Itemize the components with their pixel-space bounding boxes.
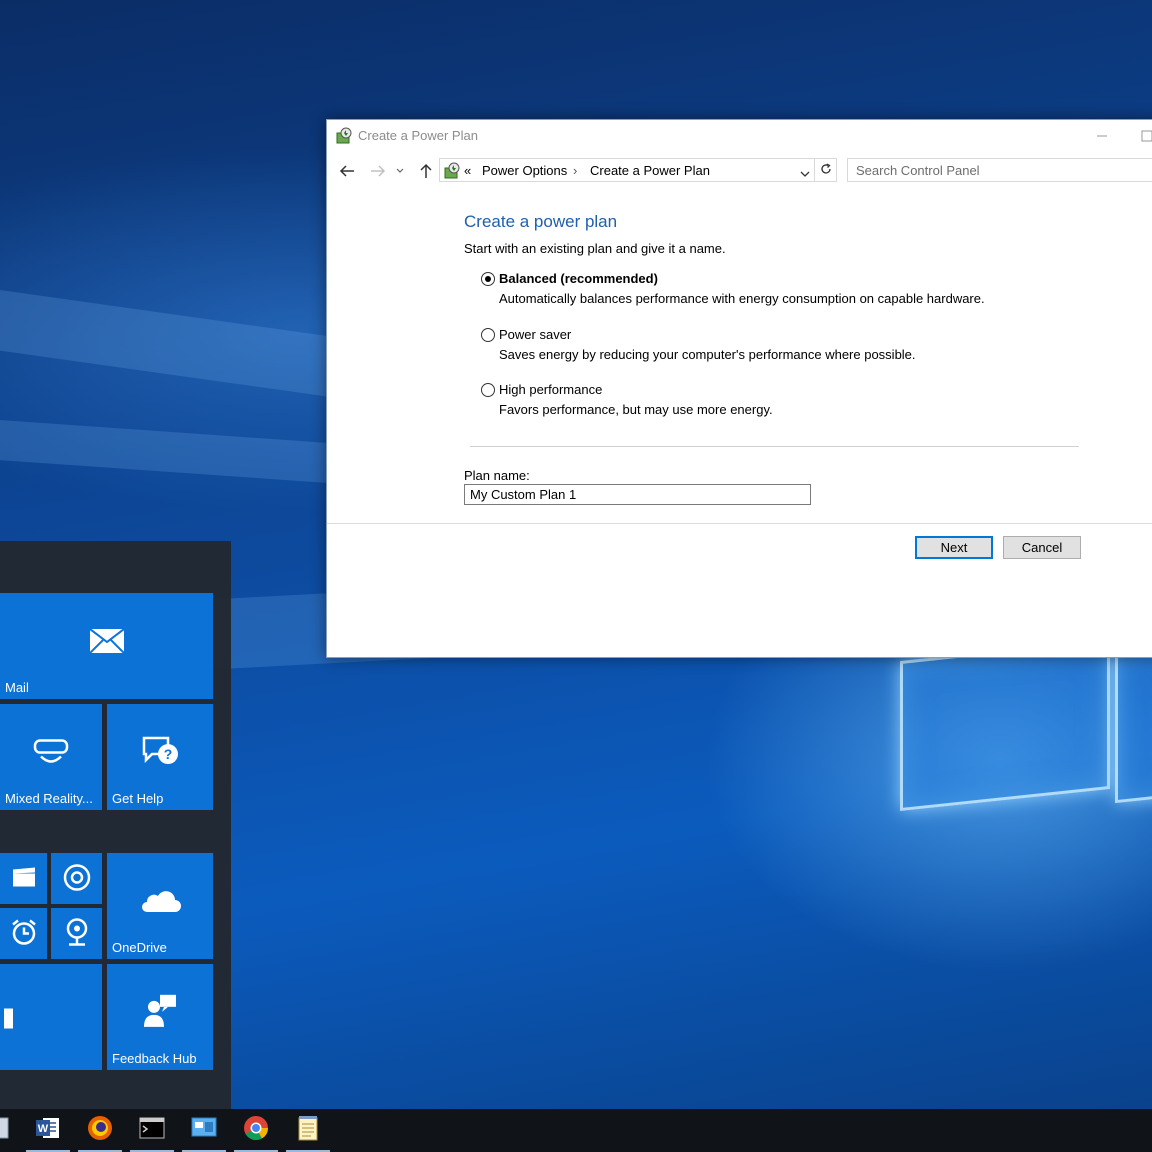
plan-label[interactable]: Balanced (recommended) bbox=[499, 271, 658, 286]
word-icon: W bbox=[35, 1116, 61, 1145]
firefox-icon bbox=[87, 1115, 113, 1146]
recent-locations-chevron-icon[interactable] bbox=[394, 161, 406, 181]
forward-arrow-icon[interactable] bbox=[368, 161, 388, 181]
tile-feedback-hub[interactable]: Feedback Hub bbox=[107, 964, 213, 1070]
tile-get-help[interactable]: ? Get Help bbox=[107, 704, 213, 810]
taskbar-app-file[interactable] bbox=[0, 1109, 26, 1152]
taskbar-app-notepad[interactable] bbox=[284, 1109, 332, 1152]
title-bar[interactable]: Create a Power Plan bbox=[327, 120, 1152, 152]
up-arrow-icon[interactable] bbox=[416, 161, 436, 181]
plan-label[interactable]: Power saver bbox=[499, 327, 571, 342]
tile-mail[interactable]: Mail bbox=[0, 593, 213, 699]
tile-label: OneDrive bbox=[112, 940, 167, 955]
page-title: Create a power plan bbox=[464, 212, 618, 231]
mixed-reality-icon bbox=[33, 737, 69, 770]
wallpaper-window-shape bbox=[1115, 646, 1152, 804]
tile-store[interactable] bbox=[0, 964, 102, 1070]
refresh-button[interactable] bbox=[815, 158, 837, 182]
store-icon bbox=[4, 1003, 14, 1032]
window-title: Create a Power Plan bbox=[358, 128, 478, 143]
plan-name-label: Plan name: bbox=[464, 468, 530, 483]
wallpaper-window-shape bbox=[900, 638, 1110, 812]
plan-name-field[interactable] bbox=[464, 484, 811, 505]
taskbar-app-command-prompt[interactable] bbox=[128, 1109, 176, 1152]
tile-mixed-reality[interactable]: Mixed Reality... bbox=[0, 704, 102, 810]
plan-description: Favors performance, but may use more ene… bbox=[499, 402, 773, 417]
breadcrumb-create-power-plan[interactable]: Create a Power Plan bbox=[590, 163, 710, 178]
groove-music-icon bbox=[63, 863, 91, 894]
plan-description: Automatically balances performance with … bbox=[499, 291, 985, 306]
tile-label: Mail bbox=[5, 680, 29, 695]
tile-label: Get Help bbox=[112, 791, 164, 806]
taskbar-app-chrome[interactable] bbox=[232, 1109, 280, 1152]
create-power-plan-window: Create a Power Plan « Power Options › Cr… bbox=[326, 119, 1152, 658]
cancel-button[interactable]: Cancel bbox=[1003, 536, 1081, 559]
divider bbox=[470, 446, 1079, 447]
address-bar[interactable]: « Power Options › Create a Power Plan bbox=[439, 158, 815, 182]
feedback-hub-icon bbox=[142, 993, 178, 1032]
control-panel-icon bbox=[191, 1117, 217, 1144]
notepad-icon bbox=[297, 1115, 319, 1146]
breadcrumb-power-options[interactable]: Power Options bbox=[482, 163, 567, 178]
chrome-icon bbox=[243, 1115, 269, 1146]
tile-movies[interactable] bbox=[0, 853, 47, 904]
mail-icon bbox=[88, 628, 125, 657]
tile-alarms[interactable] bbox=[0, 908, 47, 959]
navigation-bar: « Power Options › Create a Power Plan bbox=[327, 158, 1152, 184]
power-options-icon bbox=[335, 127, 353, 148]
svg-text:?: ? bbox=[164, 746, 173, 762]
get-help-icon: ? bbox=[140, 734, 180, 771]
radio-power-saver[interactable] bbox=[481, 328, 495, 342]
svg-text:W: W bbox=[38, 1123, 49, 1135]
file-icon bbox=[0, 1117, 9, 1144]
command-prompt-icon bbox=[139, 1117, 165, 1144]
taskbar: W bbox=[0, 1109, 1152, 1152]
footer-separator bbox=[327, 523, 1152, 524]
search-control-panel[interactable] bbox=[847, 158, 1152, 182]
address-dropdown-chevron-icon[interactable] bbox=[800, 166, 810, 181]
next-button[interactable]: Next bbox=[915, 536, 993, 559]
plan-description: Saves energy by reducing your computer's… bbox=[499, 347, 916, 362]
search-input[interactable] bbox=[848, 159, 1152, 181]
minimize-button[interactable] bbox=[1092, 126, 1112, 146]
page-subtitle: Start with an existing plan and give it … bbox=[464, 241, 726, 256]
tile-onedrive[interactable]: OneDrive bbox=[107, 853, 213, 959]
tile-groove-music[interactable] bbox=[51, 853, 102, 904]
taskbar-app-control-panel[interactable] bbox=[180, 1109, 228, 1152]
start-menu: Mail Mixed Reality... ? Get Help OneDriv… bbox=[0, 541, 231, 1109]
maps-icon bbox=[65, 917, 89, 950]
radio-high-performance[interactable] bbox=[481, 383, 495, 397]
taskbar-app-firefox[interactable] bbox=[76, 1109, 124, 1152]
power-options-icon bbox=[443, 162, 461, 183]
tile-label: Feedback Hub bbox=[112, 1051, 197, 1066]
onedrive-icon bbox=[139, 888, 181, 917]
refresh-icon bbox=[820, 162, 832, 178]
tile-maps[interactable] bbox=[51, 908, 102, 959]
movies-icon bbox=[12, 867, 36, 890]
maximize-button[interactable] bbox=[1137, 126, 1152, 146]
tile-label: Mixed Reality... bbox=[5, 791, 93, 806]
radio-balanced[interactable] bbox=[481, 272, 495, 286]
address-overflow[interactable]: « bbox=[464, 163, 471, 178]
plan-label[interactable]: High performance bbox=[499, 382, 602, 397]
breadcrumb-separator: › bbox=[573, 163, 578, 178]
back-arrow-icon[interactable] bbox=[337, 161, 357, 181]
alarms-icon bbox=[10, 918, 38, 949]
taskbar-app-word[interactable]: W bbox=[24, 1109, 72, 1152]
